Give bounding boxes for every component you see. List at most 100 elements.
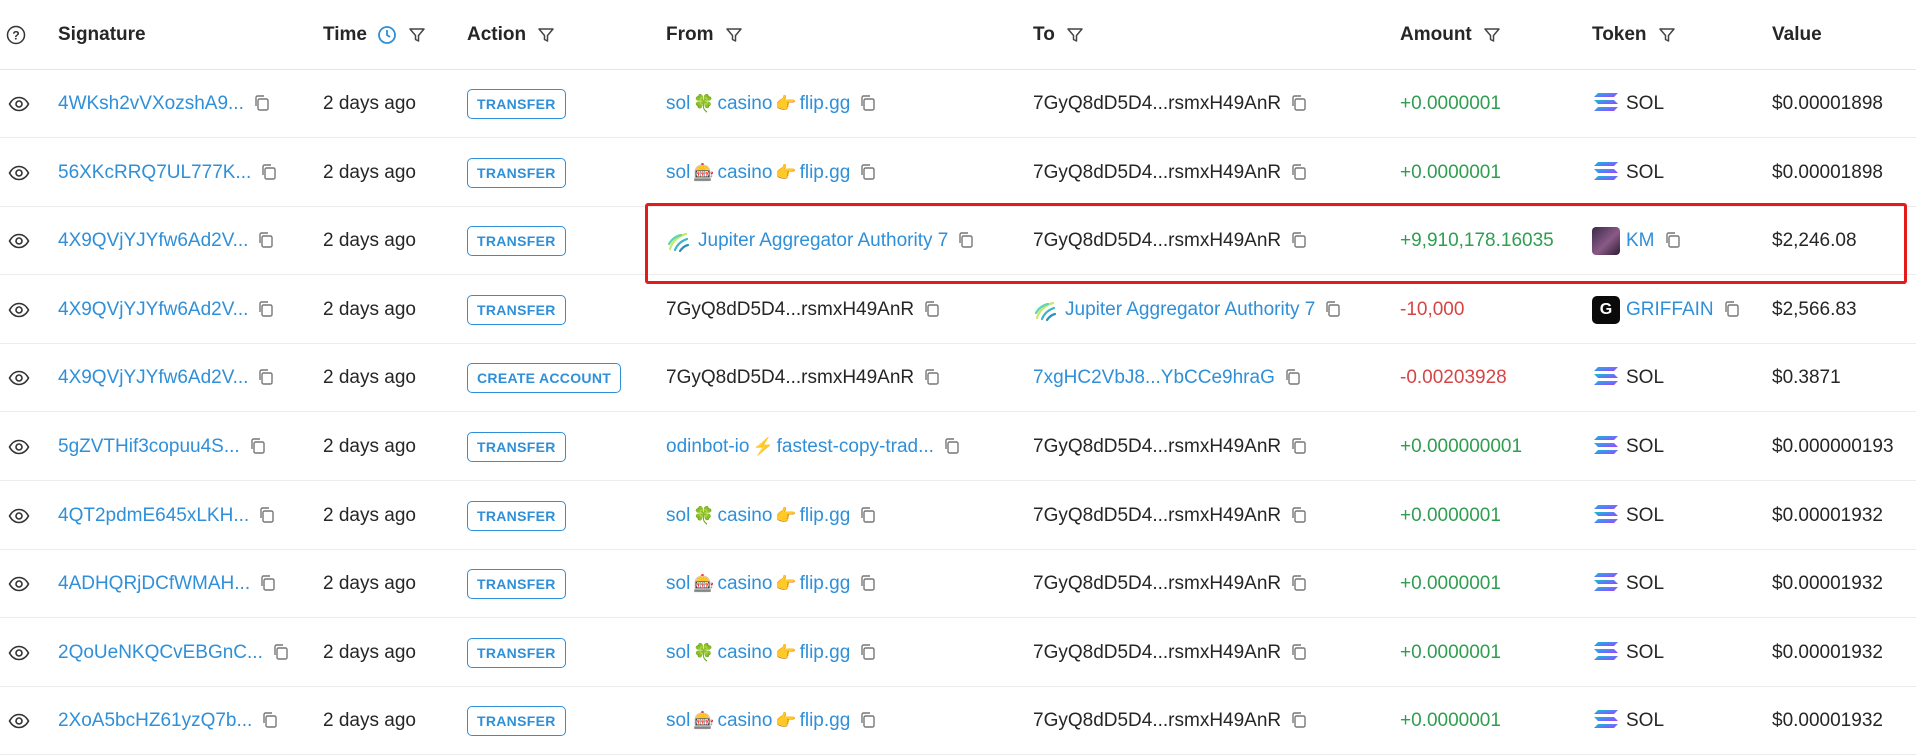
- filter-icon[interactable]: [1482, 25, 1502, 45]
- from-address-part[interactable]: fastest-copy-trad...: [777, 436, 934, 458]
- view-details-icon[interactable]: [4, 619, 34, 687]
- filter-icon[interactable]: [1657, 25, 1677, 45]
- from-address-part[interactable]: sol: [666, 93, 690, 115]
- jupiter-icon: [666, 229, 690, 253]
- copy-icon[interactable]: [1663, 230, 1685, 252]
- copy-icon[interactable]: [922, 299, 944, 321]
- signature-link[interactable]: 4ADHQRjDCfWMAH...: [58, 573, 250, 595]
- from-address-part[interactable]: flip.gg: [800, 573, 851, 595]
- copy-icon[interactable]: [1289, 642, 1311, 664]
- from-address-part[interactable]: flip.gg: [800, 505, 851, 527]
- from-address-part[interactable]: flip.gg: [800, 162, 851, 184]
- view-details-icon[interactable]: [4, 687, 34, 755]
- copy-icon[interactable]: [858, 710, 880, 732]
- copy-icon[interactable]: [922, 367, 944, 389]
- copy-icon[interactable]: [1289, 93, 1311, 115]
- copy-icon[interactable]: [1289, 505, 1311, 527]
- copy-icon[interactable]: [1289, 710, 1311, 732]
- from-address-part: 7GyQ8dD5D4...rsmxH49AnR: [666, 367, 915, 389]
- copy-icon[interactable]: [858, 505, 880, 527]
- value-cell: $0.00001932: [1772, 687, 1883, 755]
- copy-icon[interactable]: [252, 93, 274, 115]
- view-details-icon[interactable]: [4, 413, 34, 481]
- copy-icon[interactable]: [257, 505, 279, 527]
- view-details-icon[interactable]: [4, 139, 34, 207]
- amount-value: +0.0000001: [1400, 161, 1501, 183]
- copy-icon[interactable]: [858, 642, 880, 664]
- copy-icon[interactable]: [1283, 367, 1305, 389]
- signature-link[interactable]: 4WKsh2vVXozshA9...: [58, 93, 244, 115]
- copy-icon[interactable]: [256, 230, 278, 252]
- copy-icon[interactable]: [1289, 162, 1311, 184]
- copy-icon[interactable]: [942, 436, 964, 458]
- from-address-part[interactable]: casino: [717, 642, 772, 664]
- from-cell: Jupiter Aggregator Authority 7: [666, 207, 978, 275]
- from-address-part[interactable]: sol: [666, 162, 690, 184]
- to-cell: 7GyQ8dD5D4...rsmxH49AnR: [1033, 687, 1311, 755]
- copy-icon[interactable]: [258, 573, 280, 595]
- token-name[interactable]: KM: [1626, 230, 1655, 252]
- from-address-part[interactable]: casino: [717, 710, 772, 732]
- token-name[interactable]: GRIFFAIN: [1626, 299, 1714, 321]
- view-details-icon[interactable]: [4, 70, 34, 138]
- to-cell: 7GyQ8dD5D4...rsmxH49AnR: [1033, 482, 1311, 550]
- from-address-part[interactable]: flip.gg: [800, 642, 851, 664]
- header-action-label: Action: [467, 24, 527, 45]
- action-cell: CREATE ACCOUNT: [467, 344, 622, 412]
- signature-link[interactable]: 4QT2pdmE645xLKH...: [58, 505, 249, 527]
- from-address-part[interactable]: casino: [717, 573, 772, 595]
- filter-icon[interactable]: [1065, 25, 1085, 45]
- view-details-icon[interactable]: [4, 207, 34, 275]
- km-token-icon: [1592, 227, 1620, 256]
- filter-icon[interactable]: [536, 25, 556, 45]
- filter-icon[interactable]: [407, 25, 427, 45]
- view-details-icon[interactable]: [4, 482, 34, 550]
- to-address[interactable]: Jupiter Aggregator Authority 7: [1065, 299, 1315, 321]
- from-address-part[interactable]: Jupiter Aggregator Authority 7: [698, 230, 948, 252]
- help-icon[interactable]: ?: [6, 0, 26, 70]
- value-cell: $0.00001898: [1772, 70, 1883, 138]
- from-address-part[interactable]: sol: [666, 505, 690, 527]
- copy-icon[interactable]: [256, 367, 278, 389]
- time-text: 2 days ago: [323, 436, 416, 457]
- signature-link[interactable]: 2XoA5bcHZ61yzQ7b...: [58, 710, 252, 732]
- from-address-part[interactable]: flip.gg: [800, 710, 851, 732]
- from-address-part[interactable]: casino: [717, 93, 772, 115]
- from-address-part[interactable]: sol: [666, 710, 690, 732]
- view-details-icon[interactable]: [4, 276, 34, 344]
- copy-icon[interactable]: [248, 436, 270, 458]
- copy-icon[interactable]: [858, 162, 880, 184]
- from-address-part[interactable]: casino: [717, 505, 772, 527]
- from-address-part[interactable]: sol: [666, 642, 690, 664]
- copy-icon[interactable]: [956, 230, 978, 252]
- from-address-part[interactable]: odinbot-io: [666, 436, 749, 458]
- copy-icon[interactable]: [1323, 299, 1345, 321]
- signature-link[interactable]: 4X9QVjYJYfw6Ad2V...: [58, 299, 248, 321]
- view-details-icon[interactable]: [4, 550, 34, 618]
- from-address-part[interactable]: casino: [717, 162, 772, 184]
- table-row: 2XoA5bcHZ61yzQ7b... 2 days ago TRANSFER sol…: [0, 687, 1916, 755]
- view-details-icon[interactable]: [4, 344, 34, 412]
- signature-link[interactable]: 4X9QVjYJYfw6Ad2V...: [58, 230, 248, 252]
- time-text: 2 days ago: [323, 298, 416, 320]
- signature-link[interactable]: 4X9QVjYJYfw6Ad2V...: [58, 367, 248, 389]
- copy-icon[interactable]: [271, 642, 293, 664]
- signature-link[interactable]: 5gZVTHif3copuu4S...: [58, 436, 240, 458]
- copy-icon[interactable]: [260, 710, 282, 732]
- filter-icon[interactable]: [724, 25, 744, 45]
- signature-link[interactable]: 2QoUeNKQCvEBGnC...: [58, 642, 263, 664]
- copy-icon[interactable]: [1289, 436, 1311, 458]
- from-address-part[interactable]: sol: [666, 573, 690, 595]
- action-badge: TRANSFER: [467, 226, 566, 257]
- from-address-part[interactable]: flip.gg: [800, 93, 851, 115]
- copy-icon[interactable]: [1289, 230, 1311, 252]
- copy-icon[interactable]: [858, 93, 880, 115]
- to-address[interactable]: 7xgHC2VbJ8...YbCCe9hraG: [1033, 367, 1275, 389]
- clock-icon[interactable]: [377, 25, 397, 45]
- copy-icon[interactable]: [1722, 299, 1744, 321]
- copy-icon[interactable]: [256, 299, 278, 321]
- copy-icon[interactable]: [259, 162, 281, 184]
- signature-link[interactable]: 56XKcRRQ7UL777K...: [58, 162, 251, 184]
- copy-icon[interactable]: [858, 573, 880, 595]
- copy-icon[interactable]: [1289, 573, 1311, 595]
